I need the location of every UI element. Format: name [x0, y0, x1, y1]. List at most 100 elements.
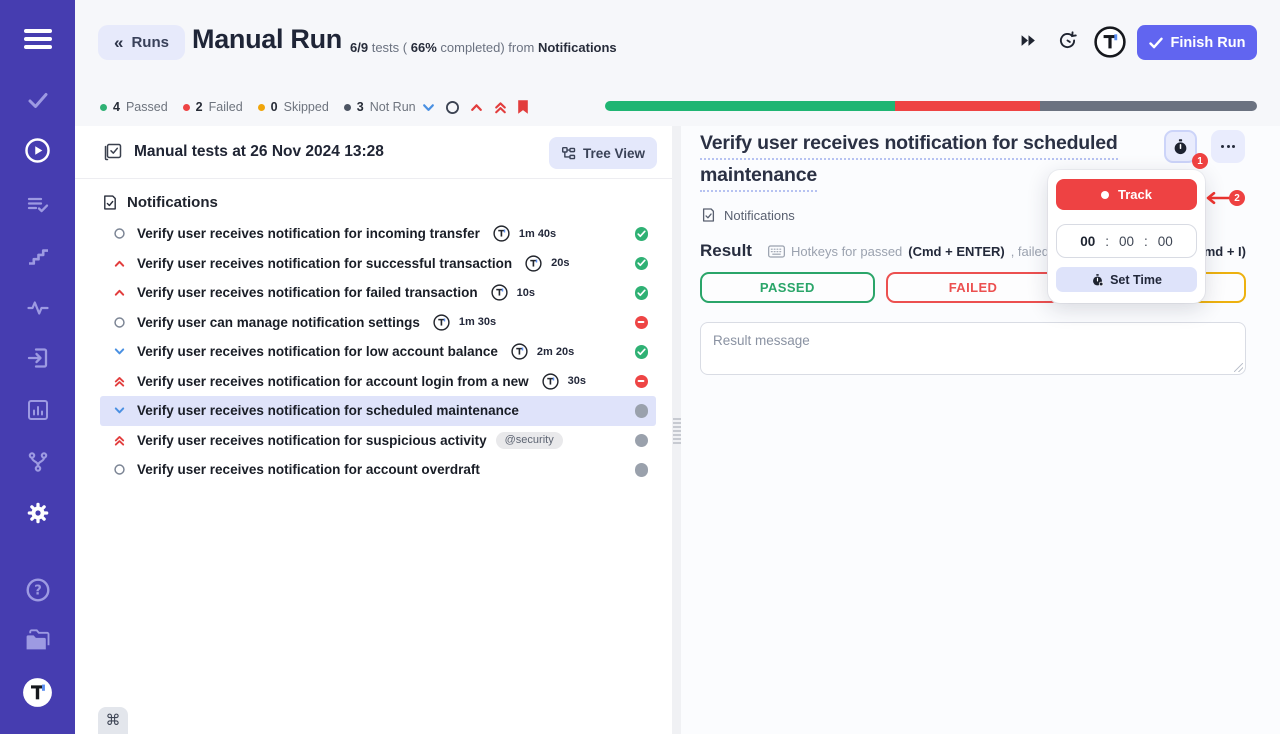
- test-row[interactable]: Verify user receives notification for su…: [100, 426, 656, 456]
- testomat-logo-icon[interactable]: [0, 677, 75, 708]
- result-message-wrap: [700, 322, 1246, 375]
- import-nav-icon[interactable]: [0, 346, 75, 370]
- testomat-logo-icon[interactable]: [1094, 26, 1126, 58]
- priority-icon: [112, 404, 126, 417]
- help-icon[interactable]: ?: [0, 577, 75, 603]
- track-button[interactable]: Track: [1056, 179, 1197, 210]
- panel-divider: [672, 126, 681, 734]
- test-duration: 30s: [568, 375, 586, 387]
- timer-history-icon[interactable]: [1057, 30, 1078, 51]
- fast-forward-icon[interactable]: [1020, 33, 1037, 48]
- finish-run-label: Finish Run: [1171, 35, 1246, 51]
- test-row[interactable]: Verify user receives notification for su…: [100, 249, 656, 279]
- annotation-arrow-icon: [1204, 191, 1232, 210]
- status-count: 4: [113, 100, 120, 114]
- status-label: Passed: [126, 100, 168, 114]
- command-palette-button[interactable]: ⌘: [98, 707, 128, 734]
- test-duration: 1m 30s: [459, 316, 496, 328]
- clipboard-check-icon: [103, 142, 123, 162]
- priority-icon: [112, 463, 126, 476]
- suite-row[interactable]: Notifications: [75, 190, 672, 214]
- run-panel-header: Manual tests at 26 Nov 2024 13:28 Tree V…: [75, 126, 672, 179]
- run-title: Manual tests at 26 Nov 2024 13:28: [134, 143, 384, 161]
- status-dot: [100, 104, 107, 111]
- chevron-down-filter-icon[interactable]: [421, 100, 436, 115]
- run-play-nav-icon[interactable]: [0, 137, 75, 164]
- status-count-item: 4 Passed: [100, 100, 168, 114]
- test-row[interactable]: Verify user receives notification for in…: [100, 219, 656, 249]
- chevrons-up-filter-icon[interactable]: [493, 100, 508, 115]
- progress-segment: [605, 101, 895, 111]
- tree-view-button[interactable]: Tree View: [549, 137, 657, 169]
- analytics-nav-icon[interactable]: [0, 398, 75, 422]
- test-row[interactable]: Verify user receives notification for fa…: [100, 278, 656, 308]
- suite-doc-icon: [102, 194, 118, 211]
- test-title: Verify user receives notification for ac…: [137, 462, 480, 477]
- test-status-badge: [635, 434, 649, 448]
- suite-name: Notifications: [127, 194, 218, 211]
- test-title: Verify user receives notification for ac…: [137, 374, 529, 389]
- failed-button[interactable]: FAILED: [886, 272, 1061, 303]
- test-duration: 2m 20s: [537, 346, 574, 358]
- sidebar: ?: [0, 0, 75, 734]
- test-status-badge: [635, 286, 649, 300]
- circle-filter-icon[interactable]: [445, 100, 460, 115]
- priority-icon: [112, 375, 126, 388]
- test-status-badge: [635, 227, 649, 241]
- passed-button[interactable]: PASSED: [700, 272, 875, 303]
- divider-drag-handle[interactable]: [673, 418, 681, 444]
- tree-icon: [561, 146, 576, 161]
- test-row[interactable]: Verify user receives notification for sc…: [100, 396, 656, 426]
- bookmark-filter-icon[interactable]: [517, 99, 529, 115]
- test-row[interactable]: Verify user receives notification for lo…: [100, 337, 656, 367]
- priority-icon: [112, 257, 126, 270]
- more-options-button[interactable]: [1211, 130, 1245, 163]
- settings-gear-icon[interactable]: [0, 500, 75, 526]
- status-count: 2: [196, 100, 203, 114]
- status-count-item: 0 Skipped: [258, 100, 329, 114]
- run-stats: 6/9 tests ( 66% completed) from Notifica…: [350, 40, 617, 55]
- progress-segment: [895, 101, 1040, 111]
- test-duration: 20s: [551, 257, 569, 269]
- test-row[interactable]: Verify user receives notification for ac…: [100, 455, 656, 485]
- test-tag: @security: [496, 432, 563, 449]
- chevrons-left-icon: «: [114, 33, 123, 53]
- checklist-nav-icon[interactable]: [0, 193, 75, 217]
- test-duration: 1m 40s: [519, 228, 556, 240]
- finish-run-button[interactable]: Finish Run: [1137, 25, 1257, 60]
- timer-hours: 00: [1080, 234, 1095, 249]
- chevron-up-filter-icon[interactable]: [469, 100, 484, 115]
- pulse-nav-icon[interactable]: [0, 296, 75, 320]
- hotkeys-hint-tail: md + I): [1204, 244, 1246, 259]
- run-percent: 66%: [411, 40, 437, 55]
- test-status-badge: [635, 375, 649, 389]
- folder-nav-icon[interactable]: [0, 628, 75, 652]
- run-fraction: 6/9: [350, 40, 368, 55]
- result-message-input[interactable]: [700, 322, 1246, 375]
- status-count-item: 2 Failed: [183, 100, 243, 114]
- timer-display[interactable]: 00 : 00 : 00: [1056, 224, 1197, 258]
- branch-nav-icon[interactable]: [0, 450, 75, 474]
- status-count: 0: [271, 100, 278, 114]
- breadcrumb[interactable]: Notifications: [701, 207, 795, 223]
- status-label: Failed: [209, 100, 243, 114]
- test-row[interactable]: Verify user can manage notification sett…: [100, 308, 656, 338]
- steps-nav-icon[interactable]: [0, 244, 75, 268]
- test-status-badge: [635, 257, 649, 271]
- testomat-logo-icon: [493, 225, 510, 242]
- back-to-runs-button[interactable]: « Runs: [98, 25, 185, 60]
- test-title: Verify user receives notification for in…: [137, 226, 480, 241]
- tree-view-label: Tree View: [583, 146, 645, 161]
- set-time-button[interactable]: Set Time: [1056, 267, 1197, 292]
- priority-icon: [112, 345, 126, 358]
- test-row[interactable]: Verify user receives notification for ac…: [100, 367, 656, 397]
- status-dot: [344, 104, 351, 111]
- checkmark-nav-icon[interactable]: [0, 88, 75, 112]
- check-icon: [1149, 37, 1163, 49]
- keyboard-icon: [768, 245, 785, 258]
- hamburger-menu-icon[interactable]: [0, 28, 75, 50]
- status-counts: 4 Passed 2 Failed 0 Skipped 3 Not Run: [100, 99, 416, 115]
- result-label: Result: [700, 241, 752, 260]
- back-to-runs-label: Runs: [131, 34, 169, 51]
- progress-bar: [605, 101, 1257, 111]
